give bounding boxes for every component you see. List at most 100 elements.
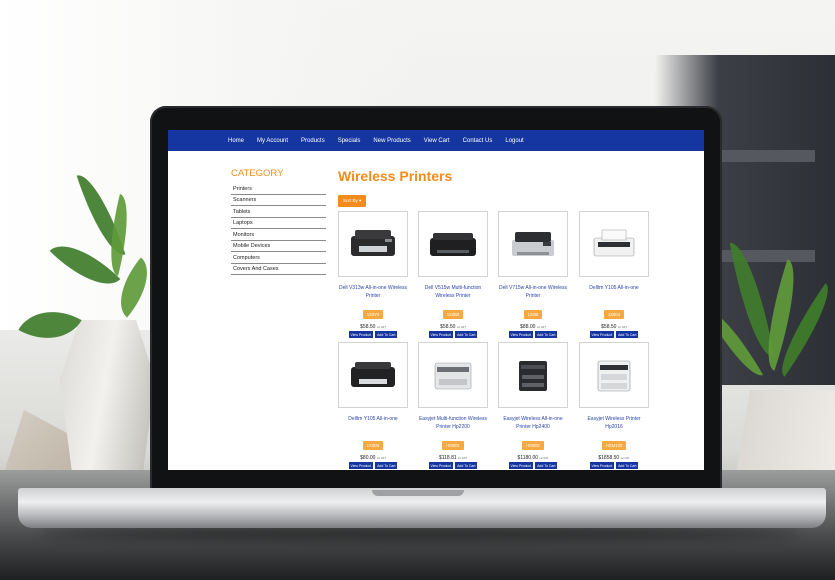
nav-products[interactable]: Products [301,138,325,144]
product-price: $58.50 [360,324,376,330]
category-scanners[interactable]: Scanners [231,195,326,206]
add-to-cart-button[interactable]: Add To Cart [616,462,639,469]
product-card: Easyjet Multi-function Wireless Printer … [418,342,488,469]
category-laptops[interactable]: Laptops [231,218,326,229]
product-name[interactable]: Dell V515w Multi-function Wireless Print… [418,285,488,303]
nav-my-account[interactable]: My Account [257,138,288,144]
product-sku-badge: 1X0I8 [523,310,543,319]
plant-pot-left [60,320,155,490]
product-listing: Wireless Printers Sort By ▾ Dell V313w A… [338,168,668,469]
product-price-row: $118.81 inc GST [418,455,488,461]
product-name[interactable]: Easyjet Multi-function Wireless Printer … [418,416,488,434]
page-content: CATEGORY Printers Scanners Tablets Lapto… [168,151,704,470]
nav-logout[interactable]: Logout [505,138,523,144]
product-sku-badge: HM001 [442,441,464,450]
nav-view-cart[interactable]: View Cart [424,138,450,144]
view-product-button[interactable]: View Product [428,462,454,469]
view-product-button[interactable]: View Product [508,462,534,469]
product-price-row: $58.50 inc GST [418,324,488,330]
add-to-cart-button[interactable]: Add To Cart [535,331,558,338]
product-price: $1858.50 [598,455,620,461]
product-actions: View Product Add To Cart [579,462,649,469]
price-tax-note: inc GST [376,457,386,460]
product-image[interactable] [338,211,408,277]
add-to-cart-button[interactable]: Add To Cart [616,331,639,338]
product-sku-badge: HGM100 [601,441,627,450]
product-price-row: $1858.50 inc GST [579,455,649,461]
price-tax-note: inc GST [456,326,466,329]
product-card: Dell V515w Multi-function Wireless Print… [418,211,488,338]
product-price-row: $88.00 inc GST [498,324,568,330]
price-tax-note: inc GST [620,457,630,460]
product-price: $1180.00 [517,455,539,461]
product-card: Easyjet Wireless Printer Hp2016 HGM100 $18… [579,342,649,469]
product-actions: View Product Add To Cart [338,462,408,469]
product-card: Delltm Y105 All-in-one 1X0D8 $80.00 inc GS… [338,342,408,469]
category-covers-and-cases[interactable]: Covers And Cases [231,264,326,275]
nav-specials[interactable]: Specials [338,138,361,144]
view-product-button[interactable]: View Product [348,462,374,469]
product-price-row: $58.50 inc GST [579,324,649,330]
product-price-row: $1180.00 inc GST [498,455,568,461]
product-card: Delltm Y105 All-in-one 1X004 $58.50 inc GS… [579,211,649,338]
product-actions: View Product Add To Cart [418,331,488,338]
nav-new-products[interactable]: New Products [373,138,410,144]
product-image[interactable] [579,211,649,277]
add-to-cart-button[interactable]: Add To Cart [455,331,478,338]
view-product-button[interactable]: View Product [589,331,615,338]
category-mobile-devices[interactable]: Mobile Devices [231,241,326,252]
product-name[interactable]: Delltm Y105 All-in-one [338,416,408,434]
product-image[interactable] [498,342,568,408]
plant-pot-right [735,390,835,480]
product-card: Dell V313w All-in-one Wireless Printer 1X… [338,211,408,338]
page-title: Wireless Printers [338,168,453,184]
category-heading: CATEGORY [231,168,284,179]
nav-contact-us[interactable]: Contact Us [463,138,493,144]
product-name[interactable]: Easyjet Wireless All-in-one Printer Hp24… [498,416,568,434]
product-price: $58.50 [440,324,456,330]
product-name[interactable]: Easyjet Wireless Printer Hp2016 [579,416,649,434]
product-image[interactable] [579,342,649,408]
price-tax-note: inc GST [536,326,546,329]
category-computers[interactable]: Computers [231,252,326,264]
product-image[interactable] [338,342,408,408]
product-actions: View Product Add To Cart [498,331,568,338]
view-product-button[interactable]: View Product [348,331,374,338]
sort-by-button[interactable]: Sort By ▾ [338,195,367,207]
category-tablets[interactable]: Tablets [231,206,326,218]
product-image[interactable] [498,211,568,277]
product-sku-badge: 1X0B0 [442,310,464,319]
product-name[interactable]: Dell V313w All-in-one Wireless Printer [338,285,408,303]
category-monitors[interactable]: Monitors [231,229,326,241]
price-tax-note: inc GST [458,457,468,460]
product-actions: View Product Add To Cart [579,331,649,338]
product-price-row: $80.00 inc GST [338,455,408,461]
product-image[interactable] [418,342,488,408]
laptop-screen: Home My Account Products Specials New Pr… [168,130,704,470]
product-price: $58.50 [601,324,617,330]
add-to-cart-button[interactable]: Add To Cart [375,462,398,469]
view-product-button[interactable]: View Product [589,462,615,469]
product-price-row: $58.50 inc GST [338,324,408,330]
product-sku-badge: 1X004 [603,310,625,319]
product-sku-badge: 1X0Y6 [362,310,384,319]
add-to-cart-button[interactable]: Add To Cart [455,462,478,469]
product-name[interactable]: Dell V715w All-in-one Wireless Printer [498,285,568,303]
view-product-button[interactable]: View Product [508,331,534,338]
add-to-cart-button[interactable]: Add To Cart [375,331,398,338]
category-printers[interactable]: Printers [231,183,326,195]
product-price: $80.00 [360,455,376,461]
nav-home[interactable]: Home [228,138,244,144]
product-image[interactable] [418,211,488,277]
product-name[interactable]: Delltm Y105 All-in-one [579,285,649,303]
price-tax-note: inc GST [376,326,386,329]
product-actions: View Product Add To Cart [498,462,568,469]
product-card: Dell V715w All-in-one Wireless Printer 1X… [498,211,568,338]
view-product-button[interactable]: View Product [428,331,454,338]
laptop-shadow [40,526,800,540]
laptop-hinge-notch [372,490,464,496]
price-tax-note: inc GST [617,326,627,329]
add-to-cart-button[interactable]: Add To Cart [535,462,558,469]
product-price: $118.81 [438,455,457,461]
category-sidebar: CATEGORY Printers Scanners Tablets Lapto… [231,168,326,275]
